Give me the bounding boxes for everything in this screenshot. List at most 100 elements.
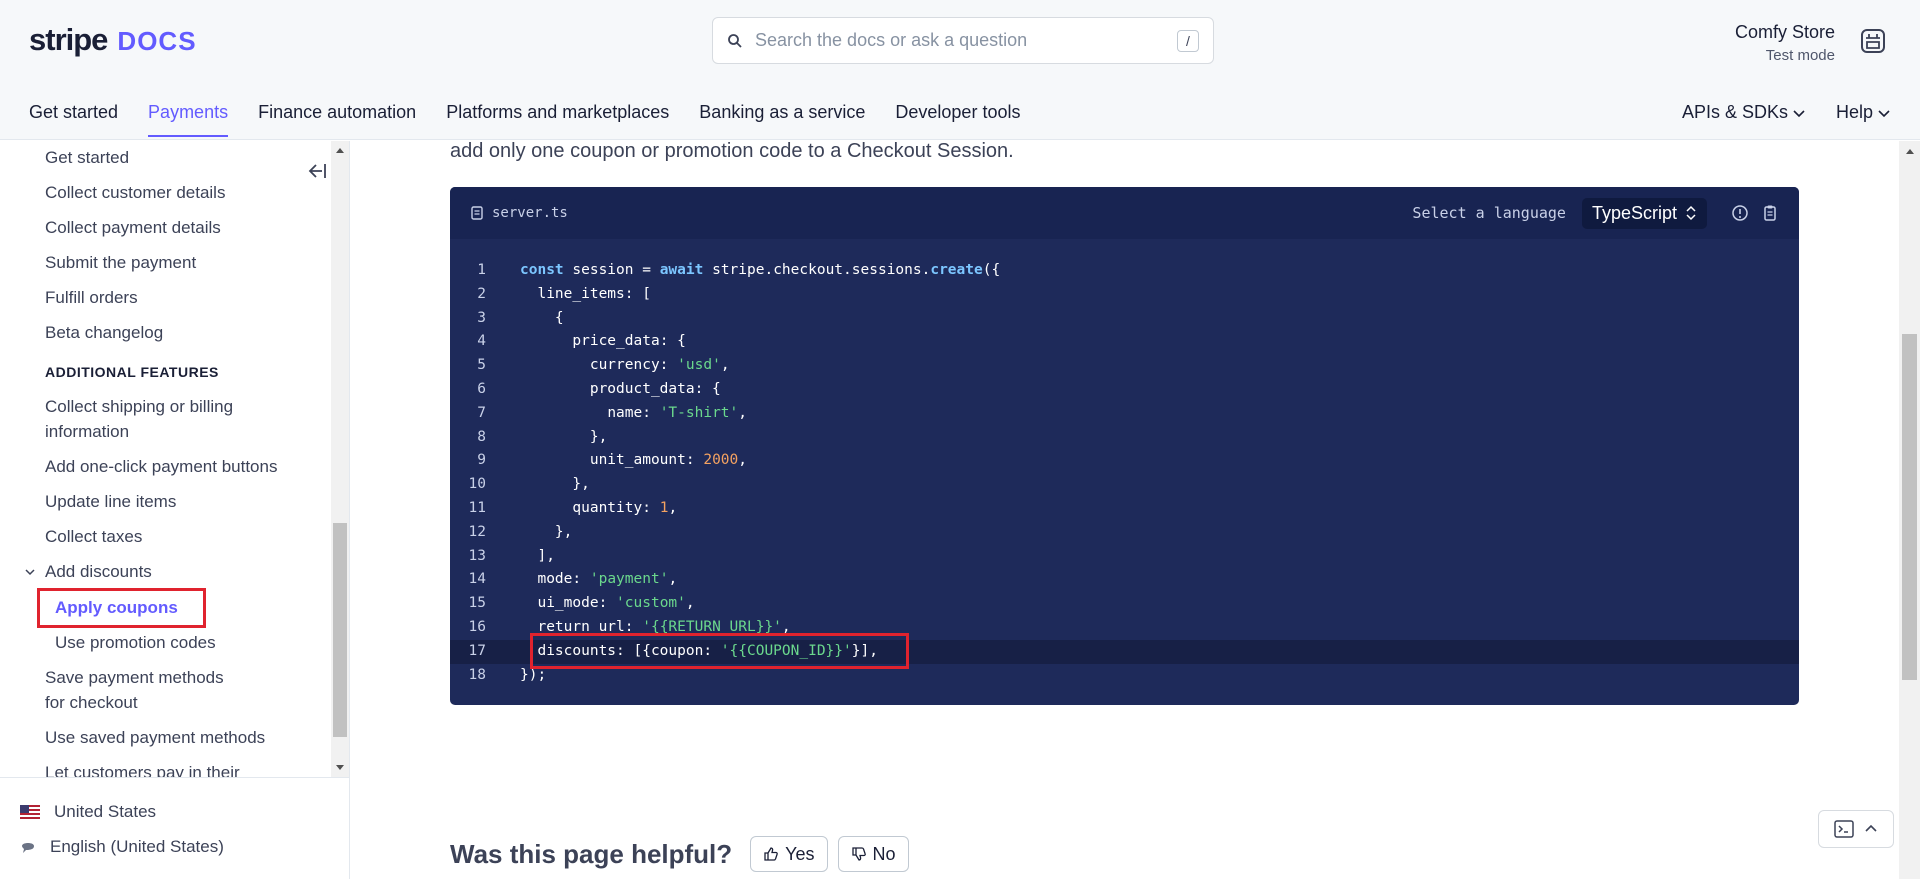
- line-number: 15: [468, 595, 486, 612]
- chevron-up-icon: [1865, 824, 1877, 832]
- code-line: 3 {: [450, 307, 1799, 331]
- nav-apis-sdks[interactable]: APIs & SDKs: [1682, 102, 1806, 136]
- code-token: ui_mode:: [537, 595, 617, 612]
- line-number: 9: [477, 452, 486, 469]
- scroll-up-arrow-icon[interactable]: [1904, 146, 1916, 158]
- code-token: },: [589, 428, 608, 445]
- terminal-toggle-button[interactable]: [1818, 810, 1894, 848]
- sidebar-item-use-saved-payment-methods[interactable]: Use saved payment methods: [45, 725, 305, 750]
- line-number: 18: [468, 666, 486, 683]
- sidebar-item-submit-payment[interactable]: Submit the payment: [45, 250, 305, 275]
- line-number: 1: [477, 262, 486, 278]
- language-selector[interactable]: English (United States): [20, 837, 224, 857]
- line-number: 2: [477, 285, 486, 302]
- nav-help[interactable]: Help: [1836, 102, 1891, 136]
- language-select-label: Select a language: [1412, 204, 1566, 222]
- code-token: ,: [668, 499, 678, 516]
- line-number: 10: [468, 476, 486, 493]
- code-token: const: [520, 262, 564, 278]
- code-line: 11 quantity: 1,: [450, 497, 1799, 521]
- country-label: United States: [54, 802, 157, 821]
- chevron-down-icon[interactable]: [24, 566, 36, 578]
- feedback-no-label: No: [872, 843, 896, 864]
- feedback-yes-button[interactable]: Yes: [750, 836, 828, 872]
- search-shortcut-key: /: [1177, 29, 1199, 52]
- code-line: 8 },: [450, 426, 1799, 450]
- account-mode: Test mode: [1765, 47, 1835, 64]
- line-number: 13: [468, 547, 486, 564]
- sidebar-item-collect-payment-details[interactable]: Collect payment details: [45, 215, 305, 240]
- code-token: quantity:: [572, 499, 660, 516]
- sidebar-item-collect-shipping-billing[interactable]: Collect shipping or billing information: [45, 394, 305, 444]
- line-number: 11: [468, 499, 486, 516]
- code-line: 10 },: [450, 473, 1799, 497]
- feedback-no-button[interactable]: No: [837, 836, 909, 872]
- code-token: ({: [982, 262, 1001, 278]
- line-number: 14: [468, 571, 486, 588]
- code-line: 13 ],: [450, 545, 1799, 569]
- code-line: 6 product_data: {: [450, 378, 1799, 402]
- chevron-down-icon: [1878, 109, 1890, 117]
- search-bar[interactable]: /: [712, 17, 1214, 64]
- sidebar-item-beta-changelog[interactable]: Beta changelog: [45, 320, 305, 345]
- search-input[interactable]: [755, 30, 1177, 51]
- code-token: 'custom': [616, 595, 686, 612]
- language-label: English (United States): [50, 837, 224, 856]
- line-number: 6: [477, 380, 486, 397]
- nav-payments[interactable]: Payments: [148, 102, 229, 137]
- nav-platforms-marketplaces[interactable]: Platforms and marketplaces: [446, 102, 669, 136]
- sidebar-item-save-payment-methods[interactable]: Save payment methods for checkout: [45, 665, 245, 715]
- sidebar-item-get-started[interactable]: Get started: [45, 145, 305, 170]
- sidebar-item-collect-customer-details[interactable]: Collect customer details: [45, 180, 305, 205]
- line-number: 16: [468, 618, 486, 635]
- code-line: 1 const session = await stripe.checkout.s…: [450, 259, 1799, 283]
- line-number: 5: [477, 357, 486, 374]
- sidebar-item-add-discounts[interactable]: Add discounts: [45, 559, 305, 584]
- store-icon[interactable]: [1858, 26, 1888, 56]
- account-switcher[interactable]: Comfy Store Test mode: [1735, 22, 1835, 64]
- chevron-up-down-icon: [1686, 205, 1696, 221]
- code-block: server.ts Select a language TypeScript 1…: [450, 187, 1799, 705]
- us-flag-icon: [20, 805, 40, 819]
- sidebar-item-update-line-items[interactable]: Update line items: [45, 489, 305, 514]
- logo-docs-text: DOCS: [117, 26, 197, 56]
- sidebar-item-let-customers-pay[interactable]: Let customers pay in their: [45, 760, 305, 777]
- primary-nav: Get started Payments Finance automation …: [29, 102, 1020, 137]
- secondary-nav: APIs & SDKs Help: [1682, 102, 1891, 136]
- line-number: 17: [468, 642, 486, 659]
- sidebar-item-collect-taxes[interactable]: Collect taxes: [45, 524, 305, 549]
- nav-get-started[interactable]: Get started: [29, 102, 118, 136]
- speech-bubble-icon: [22, 843, 34, 853]
- sidebar-item-use-promotion-codes[interactable]: Use promotion codes: [55, 630, 315, 655]
- scroll-up-arrow-icon[interactable]: [334, 145, 346, 157]
- code-line: 5 currency: 'usd',: [450, 354, 1799, 378]
- sidebar-item-fulfill-orders[interactable]: Fulfill orders: [45, 285, 305, 310]
- sidebar-footer: United States English (United States): [0, 777, 350, 879]
- nav-banking-as-a-service[interactable]: Banking as a service: [699, 102, 865, 136]
- language-dropdown[interactable]: TypeScript: [1581, 197, 1707, 229]
- copy-clipboard-icon[interactable]: [1761, 204, 1779, 222]
- sidebar-scrollbar-thumb[interactable]: [333, 523, 347, 737]
- code-line: 9 unit_amount: 2000,: [450, 449, 1799, 473]
- page-scrollbar-thumb[interactable]: [1902, 334, 1917, 680]
- scroll-down-arrow-icon[interactable]: [334, 761, 346, 773]
- intro-paragraph: add only one coupon or promotion code to…: [450, 140, 1014, 162]
- code-line: 4 price_data: {: [450, 330, 1799, 354]
- code-token: stripe.checkout.sessions.: [712, 262, 931, 278]
- sidebar-item-one-click-payment[interactable]: Add one-click payment buttons: [45, 454, 305, 479]
- info-icon[interactable]: [1731, 204, 1749, 222]
- collapse-sidebar-icon[interactable]: [306, 160, 328, 182]
- code-line: 12 },: [450, 521, 1799, 545]
- nav-developer-tools[interactable]: Developer tools: [895, 102, 1020, 136]
- code-token: 'usd': [677, 357, 721, 374]
- code-line: 7 name: 'T-shirt',: [450, 402, 1799, 426]
- nav-finance-automation[interactable]: Finance automation: [258, 102, 416, 136]
- stripe-docs-logo[interactable]: stripe DOCS: [29, 22, 197, 58]
- country-selector[interactable]: United States: [20, 802, 156, 822]
- search-icon: [728, 33, 742, 48]
- docs-sidebar: Get started Collect customer details Col…: [0, 141, 350, 777]
- code-token: ,: [738, 452, 747, 469]
- thumbs-down-icon: [851, 847, 866, 861]
- line-number: 4: [477, 333, 486, 350]
- line-number: 12: [468, 523, 486, 540]
